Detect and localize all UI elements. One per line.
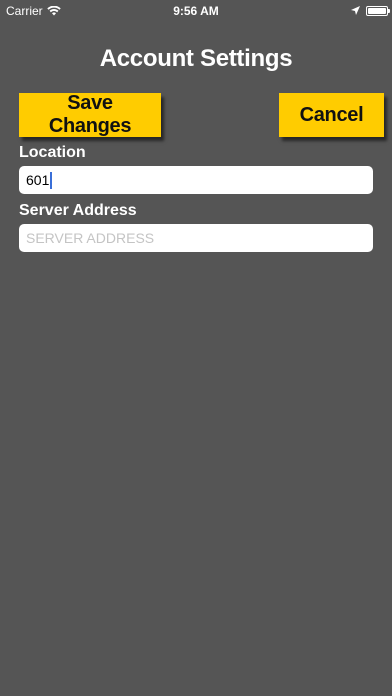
server-address-label: Server Address: [19, 202, 137, 219]
status-indicators: [351, 4, 390, 18]
text-cursor: [50, 171, 53, 189]
location-field[interactable]: 601: [19, 166, 373, 194]
cancel-button[interactable]: Cancel: [279, 93, 384, 137]
server-address-input[interactable]: [26, 230, 366, 246]
status-bar: Carrier 9:56 AM: [0, 0, 392, 22]
location-value: 601: [26, 172, 50, 188]
page-title: Account Settings: [99, 45, 293, 72]
status-time: 9:56 AM: [173, 4, 219, 18]
location-arrow-icon: [351, 4, 360, 18]
save-changes-button[interactable]: Save Changes: [19, 92, 161, 137]
location-label: Location: [19, 144, 86, 161]
battery-icon: [366, 6, 390, 16]
server-address-field[interactable]: [19, 224, 373, 252]
